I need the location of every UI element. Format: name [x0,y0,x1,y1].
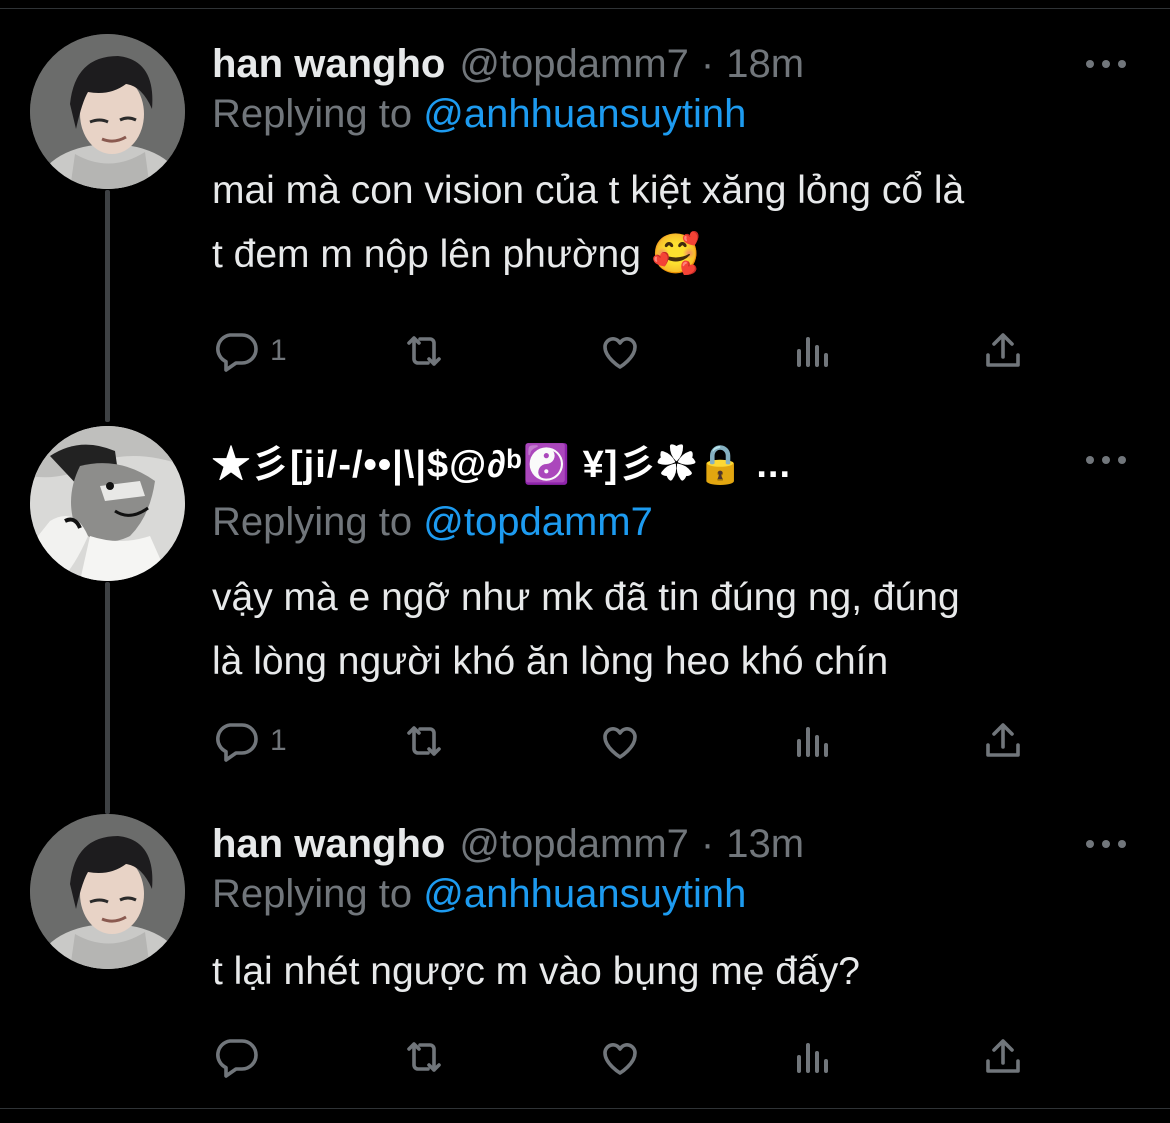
tweet-text: vậy mà e ngỡ như mk đã tin đúng ng, đúng… [212,566,1132,694]
action-bar [212,1032,1042,1082]
reply-button[interactable]: 1 [212,326,287,376]
share-button[interactable] [979,716,1027,766]
replying-prefix: Replying to [212,92,413,136]
separator-dot: · [700,41,715,86]
display-name[interactable]: han wangho [212,822,445,867]
share-icon [979,1033,1027,1081]
replying-to: Replying to @topdamm7 [212,500,653,545]
reply-icon [212,327,260,375]
retweet-button[interactable] [400,716,448,766]
tweet-header: han wangho @topdamm7 · 18m [212,34,804,94]
user-handle[interactable]: @topdamm7 [459,822,689,867]
avatar[interactable] [30,426,185,581]
like-icon [596,327,644,375]
display-name[interactable]: ★彡[ji/-/••|\|$@∂ᵇ☯️ ¥]彡✿🔒 ... [212,433,791,488]
mention-link[interactable]: @anhhuansuytinh [423,872,746,916]
retweet-icon [400,1033,448,1081]
replying-to: Replying to @anhhuansuytinh [212,92,746,137]
like-button[interactable] [596,326,644,376]
more-icon[interactable] [1086,450,1126,470]
tweet-text-line: vậy mà e ngỡ như mk đã tin đúng ng, đúng [212,576,960,619]
replying-prefix: Replying to [212,500,413,544]
thread-connector [105,582,110,814]
avatar[interactable] [30,34,185,189]
like-button[interactable] [596,1032,644,1082]
share-button[interactable] [979,1032,1027,1082]
mention-link[interactable]: @topdamm7 [423,500,653,544]
tweet-text-line: mai mà con vision của t kiệt xăng lỏng c… [212,169,965,212]
more-icon[interactable] [1086,54,1126,74]
reply-icon [212,1033,260,1081]
analytics-button[interactable] [789,716,837,766]
share-icon [979,717,1027,765]
user-handle[interactable]: @topdamm7 [459,42,689,87]
top-divider [0,8,1170,9]
like-icon [596,717,644,765]
timestamp[interactable]: 13m [726,822,804,867]
tweet-text: t lại nhét ngược m vào bụng mẹ đấy? [212,940,1132,1004]
display-name[interactable]: han wangho [212,42,445,87]
timestamp[interactable]: 18m [726,42,804,87]
tweet-text-line: t đem m nộp lên phường 🥰 [212,233,701,276]
action-bar: 1 [212,716,1042,766]
like-icon [596,1033,644,1081]
reply-button[interactable]: 1 [212,716,287,766]
share-icon [979,327,1027,375]
tweet-text-line: t lại nhét ngược m vào bụng mẹ đấy? [212,950,860,993]
replying-prefix: Replying to [212,872,413,916]
analytics-icon [789,327,837,375]
analytics-icon [789,1033,837,1081]
like-button[interactable] [596,716,644,766]
tweet-header: han wangho @topdamm7 · 13m [212,814,804,874]
retweet-button[interactable] [400,326,448,376]
analytics-button[interactable] [789,1032,837,1082]
reply-button[interactable] [212,1032,270,1082]
bottom-divider [0,1108,1170,1109]
share-button[interactable] [979,326,1027,376]
analytics-icon [789,717,837,765]
retweet-icon [400,327,448,375]
action-bar: 1 [212,326,1042,376]
retweet-icon [400,717,448,765]
tweet-text: mai mà con vision của t kiệt xăng lỏng c… [212,159,1132,287]
tweet-header: ★彡[ji/-/••|\|$@∂ᵇ☯️ ¥]彡✿🔒 ... [212,430,791,490]
reply-icon [212,717,260,765]
reply-count: 1 [270,334,287,367]
thread-connector [105,190,110,422]
retweet-button[interactable] [400,1032,448,1082]
reply-count: 1 [270,724,287,757]
mention-link[interactable]: @anhhuansuytinh [423,92,746,136]
avatar[interactable] [30,814,185,969]
separator-dot: · [700,821,715,866]
replying-to: Replying to @anhhuansuytinh [212,872,746,917]
analytics-button[interactable] [789,326,837,376]
tweet-text-line: là lòng người khó ăn lòng heo khó chín [212,640,889,683]
more-icon[interactable] [1086,834,1126,854]
